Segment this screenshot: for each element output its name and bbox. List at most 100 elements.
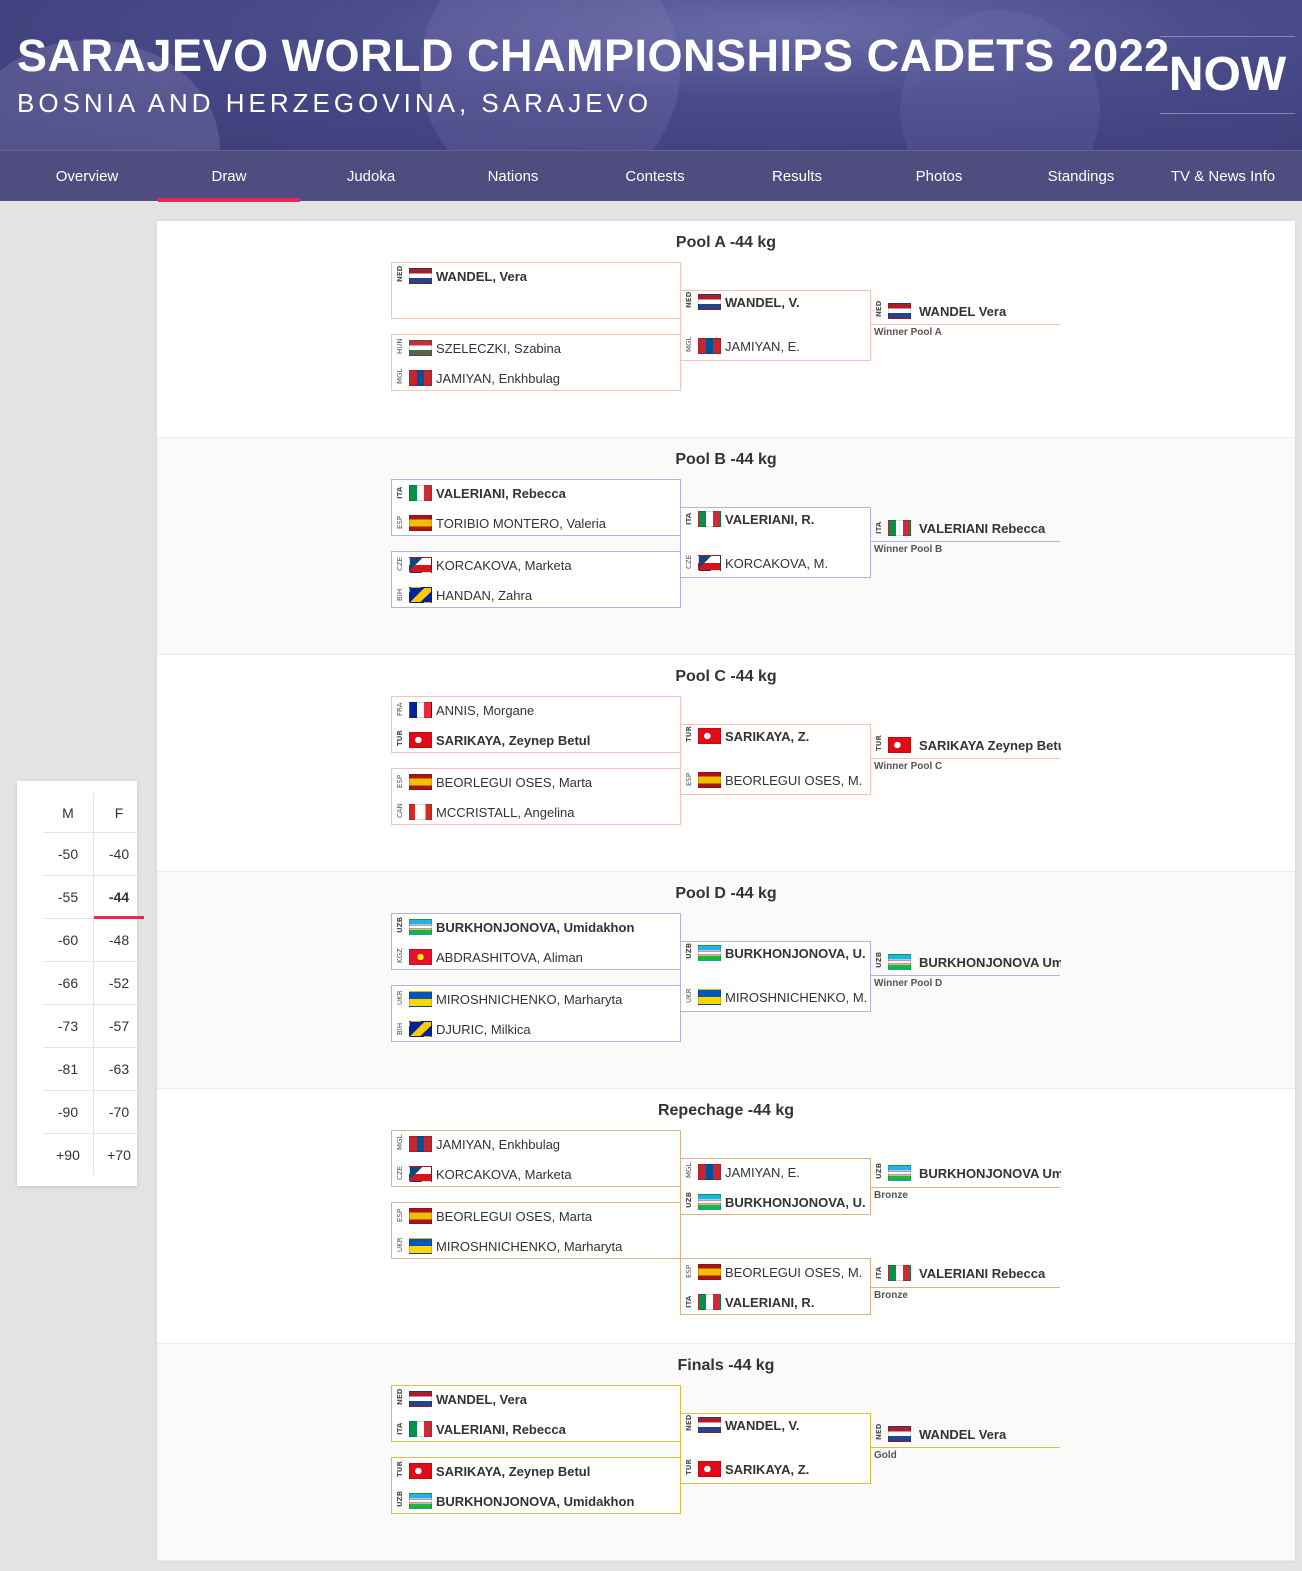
- weight-male[interactable]: +90: [43, 1134, 93, 1177]
- weight-male[interactable]: -73: [43, 1005, 93, 1048]
- competitor-entry[interactable]: ESP TORIBIO MONTERO, Valeria: [394, 512, 606, 534]
- nav-tv-news-info[interactable]: TV & News Info: [1152, 151, 1294, 202]
- competitor-entry[interactable]: UZB BURKHONJONOVA, U.: [683, 942, 866, 964]
- winner-label: Winner Pool C: [874, 761, 943, 772]
- nation-code: ESP: [396, 515, 404, 529]
- pool-winner[interactable]: TUR SARIKAYA Zeynep Betu: [873, 734, 1061, 756]
- weight-male[interactable]: -60: [43, 919, 93, 962]
- flag-ita-icon: [409, 485, 432, 501]
- winner-label: Winner Pool B: [874, 544, 943, 555]
- competitor-entry[interactable]: UKR MIROSHNICHENKO, Marharyta: [394, 1235, 622, 1257]
- competitor-entry[interactable]: ESP BEORLEGUI OSES, Marta: [394, 771, 592, 793]
- competitor-entry[interactable]: FRA ANNIS, Morgane: [394, 699, 534, 721]
- nav-standings[interactable]: Standings: [1010, 151, 1152, 202]
- nav-contests[interactable]: Contests: [584, 151, 726, 202]
- competitor-entry[interactable]: UKR MIROSHNICHENKO, M.: [683, 986, 867, 1008]
- event-header: SARAJEVO WORLD CHAMPIONSHIPS CADETS 2022…: [0, 0, 1302, 150]
- weight-male[interactable]: -90: [43, 1091, 93, 1134]
- competitor-entry[interactable]: MGL JAMIYAN, E.: [683, 1161, 800, 1183]
- competitor-entry[interactable]: KGZ ABDRASHITOVA, Aliman: [394, 946, 583, 968]
- competitor-entry[interactable]: ITA VALERIANI, Rebecca: [394, 1418, 566, 1440]
- nation-code: TUR: [685, 1459, 693, 1475]
- pool-winner[interactable]: ITA VALERIANI Rebecca: [873, 517, 1061, 539]
- nation-code: CAN: [396, 803, 404, 818]
- nation-code: ITA: [875, 521, 883, 534]
- weight-female[interactable]: +70: [94, 1134, 144, 1177]
- competitor-entry[interactable]: TUR SARIKAYA, Z.: [683, 725, 809, 747]
- weight-male[interactable]: -50: [43, 833, 93, 876]
- nav-judoka[interactable]: Judoka: [300, 151, 442, 202]
- competitor-entry[interactable]: ITA VALERIANI, Rebecca: [394, 482, 566, 504]
- section-title: Pool D -44 kg: [675, 885, 777, 902]
- competitor-entry[interactable]: MGL JAMIYAN, Enkhbulag: [394, 1133, 560, 1155]
- competitor-entry[interactable]: CZE KORCAKOVA, M.: [683, 552, 828, 574]
- weight-female[interactable]: -40: [94, 833, 144, 876]
- competitor-entry[interactable]: BIH HANDAN, Zahra: [394, 584, 532, 606]
- winner-name: BURKHONJONOVA Um: [919, 954, 1061, 970]
- weight-female[interactable]: -70: [94, 1091, 144, 1134]
- flag-mgl-icon: [409, 1136, 432, 1152]
- competitor-entry[interactable]: UZB BURKHONJONOVA, U.: [683, 1191, 866, 1213]
- nav-photos[interactable]: Photos: [868, 151, 1010, 202]
- flag-cze-icon: [409, 1166, 432, 1182]
- competitor-entry[interactable]: TUR SARIKAYA, Z.: [683, 1458, 809, 1480]
- pool-winner[interactable]: NED WANDEL Vera: [873, 300, 1061, 322]
- nation-code: UKR: [396, 1237, 404, 1252]
- competitor-name: BURKHONJONOVA, U.: [725, 945, 866, 961]
- competitor-entry[interactable]: MGL JAMIYAN, Enkhbulag: [394, 367, 560, 389]
- competitor-name: BEORLEGUI OSES, Marta: [436, 774, 593, 790]
- nav-results[interactable]: Results: [726, 151, 868, 202]
- competitor-entry[interactable]: CZE KORCAKOVA, Marketa: [394, 1163, 572, 1185]
- competitor-name: SARIKAYA, Z.: [725, 1461, 810, 1477]
- competitor-name: WANDEL, V.: [725, 294, 800, 310]
- competitor-entry[interactable]: TUR SARIKAYA, Zeynep Betul: [394, 729, 590, 751]
- weight-male[interactable]: -55: [43, 876, 93, 919]
- competitor-entry[interactable]: UZB BURKHONJONOVA, Umidakhon: [394, 1490, 634, 1512]
- competitor-name: DJURIC, Milkica: [436, 1021, 531, 1037]
- competitor-name: VALERIANI, R.: [725, 1294, 815, 1310]
- weight-female[interactable]: -57: [94, 1005, 144, 1048]
- nation-code: ITA: [396, 486, 404, 499]
- competitor-entry[interactable]: ESP BEORLEGUI OSES, Marta: [394, 1205, 592, 1227]
- competitor-entry[interactable]: ESP BEORLEGUI OSES, M.: [683, 1261, 862, 1283]
- competitor-entry[interactable]: CAN MCCRISTALL, Angelina: [394, 801, 575, 823]
- competitor-entry[interactable]: BIH DJURIC, Milkica: [394, 1018, 531, 1040]
- competitor-name: MCCRISTALL, Angelina: [436, 804, 575, 820]
- pool-winner[interactable]: UZB BURKHONJONOVA Um: [873, 951, 1061, 973]
- competitor-entry[interactable]: ITA VALERIANI, R.: [683, 508, 814, 530]
- section-title: Pool B -44 kg: [675, 451, 777, 468]
- nav-draw[interactable]: Draw: [158, 151, 300, 202]
- competitor-entry[interactable]: NED WANDEL, V.: [683, 1414, 800, 1436]
- nav-nations[interactable]: Nations: [442, 151, 584, 202]
- competitor-name: KORCAKOVA, Marketa: [436, 557, 572, 573]
- competitor-entry[interactable]: ESP BEORLEGUI OSES, M.: [683, 769, 862, 791]
- weight-female[interactable]: -63: [94, 1048, 144, 1091]
- flag-tur-icon: [698, 728, 721, 744]
- weight-female[interactable]: -48: [94, 919, 144, 962]
- bronze-medalist[interactable]: ITA VALERIANI Rebecca: [873, 1262, 1061, 1284]
- bracket-section: Pool B -44 kg ITA VALERIANI, Rebecca ESP TOR…: [157, 438, 1295, 655]
- competitor-entry[interactable]: TUR SARIKAYA, Zeynep Betul: [394, 1460, 590, 1482]
- competitor-name: HANDAN, Zahra: [436, 587, 533, 603]
- female-header: F: [94, 793, 144, 833]
- competitor-entry[interactable]: MGL JAMIYAN, E.: [683, 335, 800, 357]
- flag-uzb-icon: [888, 1165, 911, 1181]
- weight-female-active[interactable]: -44: [94, 876, 144, 919]
- competitor-entry[interactable]: NED WANDEL, V.: [683, 291, 800, 313]
- nav-overview[interactable]: Overview: [16, 151, 158, 202]
- medal-label: Bronze: [874, 1290, 908, 1301]
- live-now-badge[interactable]: NOW: [1160, 36, 1295, 114]
- pool-winner[interactable]: NED WANDEL Vera: [873, 1423, 1061, 1445]
- competitor-entry[interactable]: ITA VALERIANI, R.: [683, 1291, 814, 1313]
- weight-male[interactable]: -66: [43, 962, 93, 1005]
- bronze-medalist[interactable]: UZB BURKHONJONOVA Um: [873, 1162, 1061, 1184]
- nation-code: TUR: [396, 1461, 404, 1477]
- weight-male[interactable]: -81: [43, 1048, 93, 1091]
- competitor-entry[interactable]: NED WANDEL, Vera: [394, 1388, 527, 1410]
- weight-female[interactable]: -52: [94, 962, 144, 1005]
- competitor-entry[interactable]: HUN SZELECZKI, Szabina: [394, 337, 561, 359]
- competitor-entry[interactable]: NED WANDEL, Vera: [394, 265, 527, 287]
- competitor-entry[interactable]: UZB BURKHONJONOVA, Umidakhon: [394, 916, 634, 938]
- competitor-entry[interactable]: UKR MIROSHNICHENKO, Marharyta: [394, 988, 622, 1010]
- competitor-entry[interactable]: CZE KORCAKOVA, Marketa: [394, 554, 572, 576]
